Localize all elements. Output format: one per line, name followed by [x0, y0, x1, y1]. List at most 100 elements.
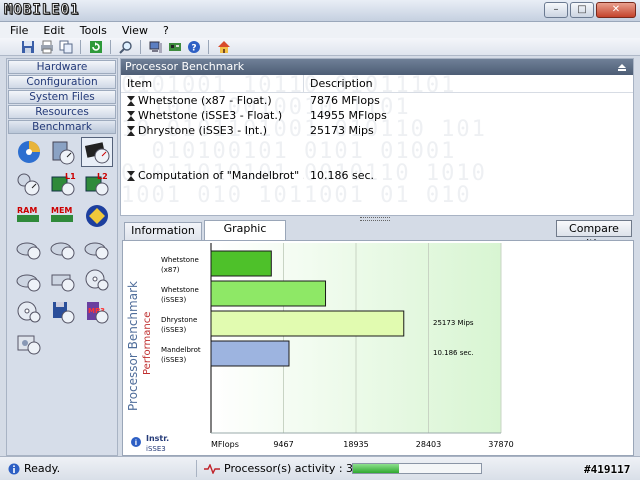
category-label: Whetstone [161, 286, 199, 294]
panel-header: Processor Benchmark [121, 59, 633, 75]
help-icon[interactable]: ? [186, 39, 201, 54]
status-activity-text: Processor(s) activity : 36% [224, 462, 371, 475]
pulse-icon [204, 463, 220, 474]
column-header-item[interactable]: Item [121, 75, 304, 92]
category-label: (iSSE3) [161, 356, 186, 364]
column-header-description[interactable]: Description [304, 75, 373, 92]
menu-bar: File Edit Tools View ? [0, 22, 640, 38]
x-tick-label: MFlops [211, 440, 239, 449]
floppy-gauge-icon[interactable] [47, 297, 79, 327]
mem-label: MEM [51, 206, 72, 215]
category-label: Dhrystone [161, 316, 197, 324]
result-row[interactable]: Computation of "Mandelbrot" ... 10.186 s… [121, 168, 633, 183]
save-icon[interactable] [20, 39, 35, 54]
status-separator [196, 460, 197, 477]
watermark-text: #419117 [584, 463, 631, 476]
video-gauge-icon[interactable] [13, 329, 45, 359]
nav-system-files[interactable]: System Files [8, 90, 116, 104]
category-label: (iSSE3) [161, 296, 186, 304]
toolbar-separator [140, 39, 141, 54]
panel-collapse-icon[interactable] [617, 62, 627, 72]
x-tick-label: 9467 [273, 440, 293, 449]
cd-gauge-icon[interactable] [81, 265, 113, 295]
menu-file[interactable]: File [10, 24, 28, 37]
left-navigation-panel: Hardware Configuration System Files Reso… [6, 58, 118, 456]
drive-gauge-icon[interactable] [47, 233, 79, 263]
print-icon[interactable] [39, 39, 54, 54]
drive-gauge-icon[interactable] [13, 265, 45, 295]
minimize-button[interactable]: – [544, 2, 568, 18]
benchmark-results-panel: Processor Benchmark 0101001 10110 010111… [120, 58, 634, 216]
nav-configuration[interactable]: Configuration [8, 75, 116, 89]
data-label: 25173 Mips [433, 319, 474, 327]
nav-resources[interactable]: Resources [8, 105, 116, 119]
bar [210, 250, 272, 277]
result-item: Dhrystone (iSSE3 - Int.) [138, 124, 268, 137]
l1-label: L1 [65, 172, 76, 181]
nav-benchmark[interactable]: Benchmark [8, 120, 116, 134]
info-icon-glyph: i [135, 439, 137, 447]
cd-gauge-icon[interactable] [13, 297, 45, 327]
processor-gauge-icon[interactable] [81, 137, 113, 167]
toolbar-separator [208, 39, 209, 54]
x-tick-label: 18935 [343, 440, 368, 449]
result-description: 10.186 sec. [310, 169, 375, 182]
result-description: 14955 MFlops [310, 109, 387, 122]
result-item: Whetstone (x87 - Float.) [138, 94, 272, 107]
board-icon[interactable] [167, 39, 182, 54]
title-bar: MOBILE01 – □ ✕ [0, 0, 640, 22]
status-bar: Ready. Processor(s) activity : 36% #4191… [0, 456, 640, 480]
tab-information[interactable]: Information [124, 222, 202, 240]
cache-benchmark-icon[interactable] [13, 169, 45, 199]
x-tick-label: 28403 [416, 440, 441, 449]
result-description: 7876 MFlops [310, 94, 380, 107]
maximize-button[interactable]: □ [570, 2, 594, 18]
usb-drive-gauge-icon[interactable] [47, 265, 79, 295]
menu-edit[interactable]: Edit [43, 24, 64, 37]
column-headers: Item Description [121, 75, 633, 93]
result-row[interactable]: Dhrystone (iSSE3 - Int.) 25173 Mips [121, 123, 633, 138]
tab-graphic[interactable]: Graphic [204, 220, 286, 240]
nav-hardware[interactable]: Hardware [8, 60, 116, 74]
copy-icon[interactable] [58, 39, 73, 54]
refresh-icon[interactable] [88, 39, 103, 54]
mp3-gauge-icon[interactable]: MP3 [81, 297, 113, 327]
close-button[interactable]: ✕ [596, 2, 636, 18]
category-label: Mandelbrot [161, 346, 201, 354]
panel-title: Processor Benchmark [125, 60, 245, 73]
disk-benchmark-icon[interactable] [13, 137, 45, 167]
search-icon[interactable] [118, 39, 133, 54]
l1-cache-icon[interactable]: L1 [47, 169, 79, 199]
toolbar-separator [80, 39, 81, 54]
menu-tools[interactable]: Tools [80, 24, 107, 37]
computer-icon[interactable] [148, 39, 163, 54]
legend-label: Instr. [146, 434, 169, 443]
chart-title: Processor Benchmark [126, 281, 140, 411]
status-ready-text: Ready. [24, 462, 61, 475]
ram-benchmark-icon[interactable]: RAM [13, 201, 45, 231]
home-icon[interactable] [216, 39, 231, 54]
x-tick-label: 37870 [488, 440, 513, 449]
hourglass-icon [127, 95, 135, 106]
category-label: (x87) [161, 266, 180, 274]
drive-gauge-icon[interactable] [81, 233, 113, 263]
toolbar: ? [0, 38, 640, 56]
l2-label: L2 [97, 172, 108, 181]
l2-cache-icon[interactable]: L2 [81, 169, 113, 199]
result-row[interactable]: Whetstone (x87 - Float.) 7876 MFlops [121, 93, 633, 108]
globe-benchmark-icon[interactable] [81, 201, 113, 231]
benchmark-graph-panel: MFlops 9467 18935 28403 37870 Whetstone (x87) W… [122, 240, 634, 456]
category-label: (iSSE3) [161, 326, 186, 334]
bar [210, 280, 327, 307]
menu-help[interactable]: ? [163, 24, 169, 37]
mem-benchmark-icon[interactable]: MEM [47, 201, 79, 231]
category-label: Whetstone [161, 256, 199, 264]
memory-chip-gauge-icon[interactable] [47, 137, 79, 167]
menu-view[interactable]: View [122, 24, 148, 37]
compare-with-button[interactable]: Compare with... [556, 220, 632, 250]
result-row[interactable]: Whetstone (iSSE3 - Float.) 14955 MFlops [121, 108, 633, 123]
window-controls: – □ ✕ [544, 2, 636, 18]
chart-subtitle: Performance [142, 312, 153, 375]
drive-gauge-icon[interactable] [13, 233, 45, 263]
hourglass-icon [127, 110, 135, 121]
